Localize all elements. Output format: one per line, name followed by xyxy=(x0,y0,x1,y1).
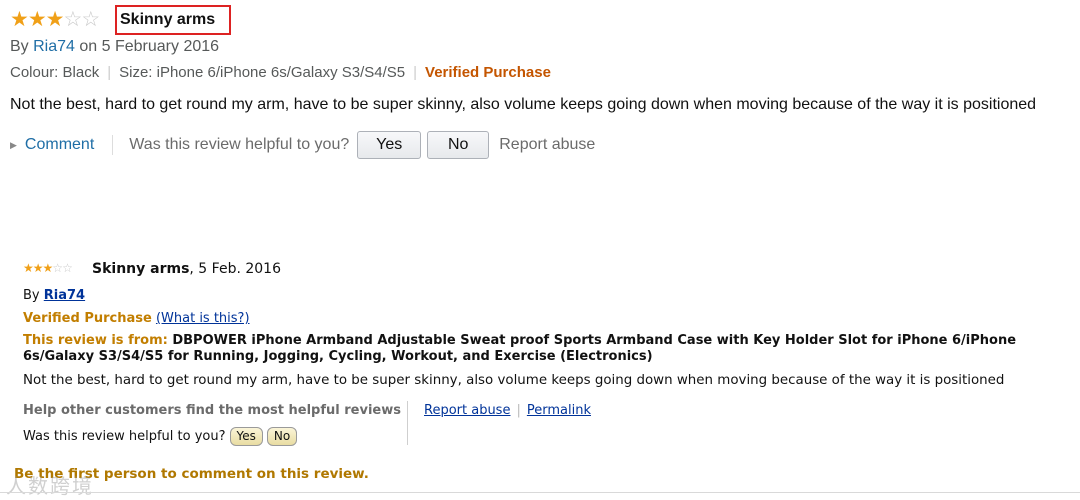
star-filled-icon: ★ xyxy=(32,261,44,275)
star-empty-icon: ☆ xyxy=(52,261,63,275)
review-date: on 5 February 2016 xyxy=(79,38,220,55)
star-rating: ★★★☆☆ xyxy=(10,8,100,31)
review-meta: Colour: Black | Size: iPhone 6/iPhone 6s/G… xyxy=(10,64,551,81)
author-link[interactable]: Ria74 xyxy=(44,288,85,303)
helpful-question: Was this review helpful to you? xyxy=(23,429,226,444)
review-body: Not the best, hard to get round my arm, … xyxy=(10,96,1037,113)
helpful-row: Was this review helpful to you? Yes No xyxy=(23,427,298,446)
meta-separator: | xyxy=(107,64,112,81)
star-filled-icon: ★ xyxy=(27,8,47,31)
review-date: , 5 Feb. 2016 xyxy=(189,261,281,277)
report-abuse-link[interactable]: Report abuse xyxy=(424,403,510,418)
star-rating-small: ★★★☆☆ xyxy=(23,261,73,275)
expand-triangle-icon: ▶ xyxy=(10,139,17,150)
link-separator: | xyxy=(516,403,521,418)
helpful-yes-button[interactable]: Yes xyxy=(229,427,263,446)
star-filled-icon: ★ xyxy=(42,261,54,275)
star-filled-icon: ★ xyxy=(10,8,29,31)
helpful-no-button[interactable]: No xyxy=(427,131,490,159)
product-source: This review is from: DBPOWER iPhone Armb… xyxy=(23,333,1078,365)
product-name: DBPOWER iPhone Armband Adjustable Sweat … xyxy=(23,333,1017,364)
colour-attribute: Colour: Black xyxy=(10,64,100,81)
star-empty-icon: ☆ xyxy=(81,8,100,31)
star-empty-icon: ☆ xyxy=(63,8,82,31)
author-link[interactable]: Ria74 xyxy=(33,38,75,55)
review-body: Not the best, hard to get round my arm, … xyxy=(23,373,1005,388)
helpful-question: Was this review helpful to you? xyxy=(129,136,350,153)
review-from-label: This review is from: xyxy=(23,333,168,348)
star-empty-icon: ☆ xyxy=(62,261,73,275)
helpful-yes-button[interactable]: Yes xyxy=(357,131,422,159)
permalink-link[interactable]: Permalink xyxy=(527,403,591,418)
size-attribute: Size: iPhone 6/iPhone 6s/Galaxy S3/S4/S5 xyxy=(119,64,406,81)
by-prefix: By xyxy=(10,38,29,55)
review-title[interactable]: Skinny arms xyxy=(115,5,231,35)
watermark-text: 人数跨境 xyxy=(6,476,94,498)
report-abuse-link[interactable]: Report abuse xyxy=(499,136,595,154)
review-links: Report abuse | Permalink xyxy=(424,403,591,418)
review-byline: By Ria74 on 5 February 2016 xyxy=(10,38,219,56)
review-title: Skinny arms xyxy=(92,261,190,277)
review-actions: ▶ Comment Was this review helpful to you… xyxy=(10,130,595,160)
help-others-text: Help other customers find the most helpf… xyxy=(23,403,401,418)
comment-link[interactable]: Comment xyxy=(25,136,94,154)
review-title-text: Skinny arms xyxy=(120,11,216,28)
watermark-logo: 人数跨境 xyxy=(6,470,94,499)
meta-separator: | xyxy=(413,64,418,81)
by-prefix: By xyxy=(23,288,40,303)
verified-purchase-badge: Verified Purchase xyxy=(425,64,551,81)
verified-row: Verified Purchase (What is this?) xyxy=(23,311,250,326)
star-filled-icon: ★ xyxy=(23,261,34,275)
helpful-no-button[interactable]: No xyxy=(266,427,298,446)
review-header: Skinny arms, 5 Feb. 2016 xyxy=(92,261,281,277)
bottom-divider xyxy=(0,492,1080,493)
star-filled-icon: ★ xyxy=(45,8,65,31)
what-is-this-link[interactable]: (What is this?) xyxy=(156,311,250,326)
verified-purchase-badge: Verified Purchase xyxy=(23,311,152,326)
review-byline: By Ria74 xyxy=(23,288,85,303)
divider xyxy=(112,135,114,155)
vertical-divider xyxy=(407,401,408,445)
